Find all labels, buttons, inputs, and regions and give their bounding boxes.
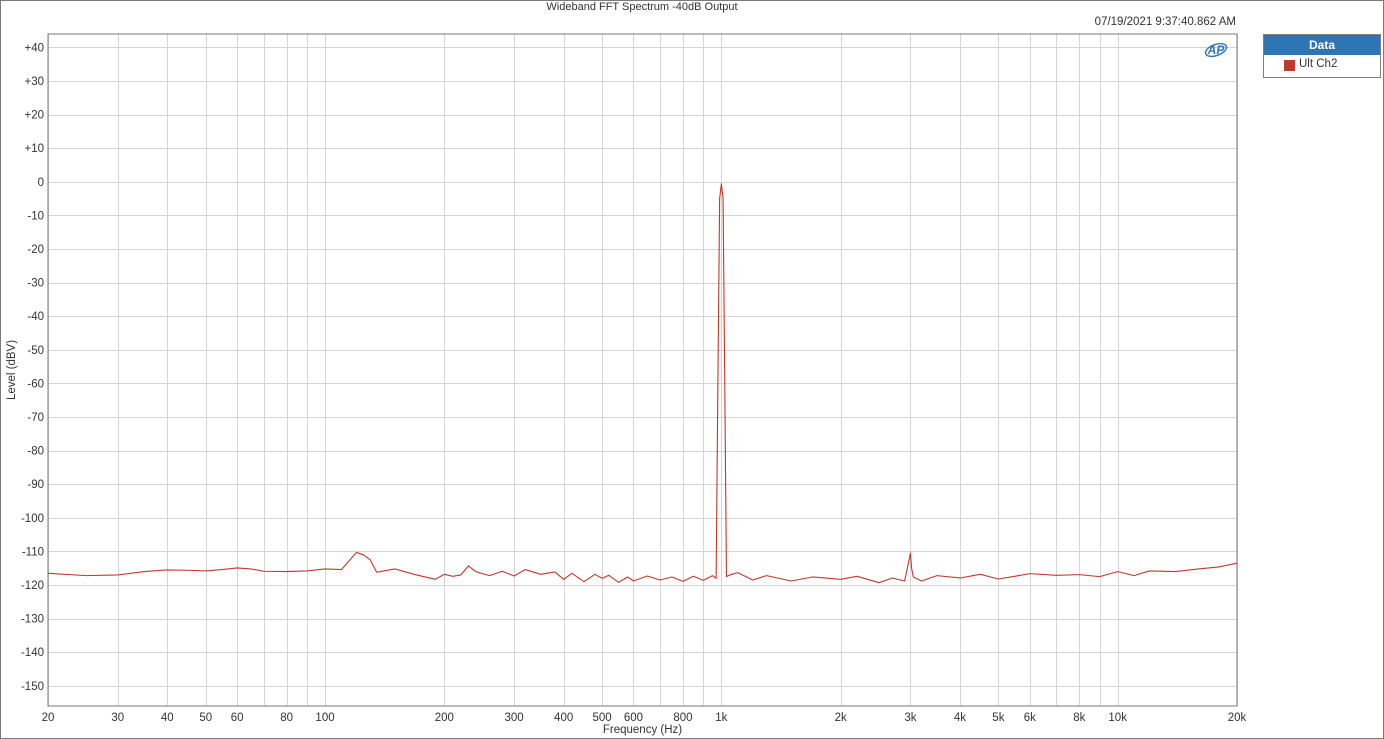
grid-layer bbox=[48, 34, 1238, 706]
y-tick-label: -120 bbox=[21, 580, 44, 592]
y-tick-label: -10 bbox=[27, 210, 44, 222]
y-tick-label: -50 bbox=[27, 345, 44, 357]
legend-swatch bbox=[1284, 60, 1295, 71]
x-tick-label: 2k bbox=[835, 712, 847, 724]
legend-item-ult-ch2[interactable]: Ult Ch2 bbox=[1264, 55, 1380, 76]
x-tick-label: 30 bbox=[111, 712, 124, 724]
x-tick-label: 400 bbox=[554, 712, 573, 724]
x-tick-label: 800 bbox=[673, 712, 692, 724]
ap-logo-text: AP bbox=[1207, 43, 1226, 57]
x-tick-label: 3k bbox=[904, 712, 916, 724]
y-tick-label: -40 bbox=[27, 311, 44, 323]
x-tick-label: 40 bbox=[161, 712, 174, 724]
y-tick-label: -140 bbox=[21, 647, 44, 659]
plot-area-border bbox=[47, 33, 1238, 707]
x-axis-label: Frequency (Hz) bbox=[603, 724, 682, 736]
x-tick-label: 8k bbox=[1073, 712, 1085, 724]
y-tick-labels: +40 +30 +20 +10 0 -10 -20 -30 -40 -50 -60 -70 -80 -90… bbox=[21, 42, 44, 692]
y-tick-label: -20 bbox=[27, 244, 44, 256]
y-tick-label: -70 bbox=[27, 412, 44, 424]
y-tick-label: +20 bbox=[24, 110, 44, 122]
x-tick-label: 4k bbox=[954, 712, 966, 724]
fft-spectrum-chart: 20 30 40 50 60 80 100 200 300 400 500 600 800 1k 2k 3k 4… bbox=[6, 33, 1247, 736]
y-tick-label: +10 bbox=[24, 143, 44, 155]
x-tick-label: 20 bbox=[42, 712, 55, 724]
x-tick-label: 100 bbox=[315, 712, 334, 724]
y-tick-label: 0 bbox=[38, 177, 44, 189]
y-tick-label: -30 bbox=[27, 278, 44, 290]
y-tick-label: -90 bbox=[27, 479, 44, 491]
legend: Data Ult Ch2 bbox=[1263, 34, 1381, 78]
y-tick-label: -60 bbox=[27, 378, 44, 390]
y-tick-label: -150 bbox=[21, 681, 44, 693]
legend-label: Ult Ch2 bbox=[1299, 58, 1338, 70]
x-tick-label: 5k bbox=[992, 712, 1004, 724]
x-tick-labels: 20 30 40 50 60 80 100 200 300 400 500 600 800 1k 2k 3k 4… bbox=[42, 712, 1247, 724]
x-tick-label: 60 bbox=[231, 712, 244, 724]
y-tick-label: -80 bbox=[27, 446, 44, 458]
x-tick-label: 80 bbox=[280, 712, 293, 724]
y-tick-label: -130 bbox=[21, 614, 44, 626]
y-tick-label: -100 bbox=[21, 513, 44, 525]
x-tick-label: 200 bbox=[435, 712, 454, 724]
x-tick-label: 10k bbox=[1108, 712, 1127, 724]
x-tick-label: 500 bbox=[592, 712, 611, 724]
ap-logo-icon: AP bbox=[1204, 42, 1228, 58]
legend-header: Data bbox=[1264, 35, 1380, 55]
y-axis-label: Level (dBV) bbox=[6, 340, 18, 400]
x-tick-label: 6k bbox=[1024, 712, 1036, 724]
y-tick-label: +30 bbox=[24, 76, 44, 88]
x-tick-label: 600 bbox=[624, 712, 643, 724]
y-tick-label: -110 bbox=[22, 546, 44, 558]
x-tick-label: 50 bbox=[199, 712, 212, 724]
x-tick-label: 20k bbox=[1228, 712, 1247, 724]
x-tick-label: 1k bbox=[715, 712, 727, 724]
y-tick-label: +40 bbox=[24, 42, 44, 54]
x-tick-label: 300 bbox=[505, 712, 524, 724]
